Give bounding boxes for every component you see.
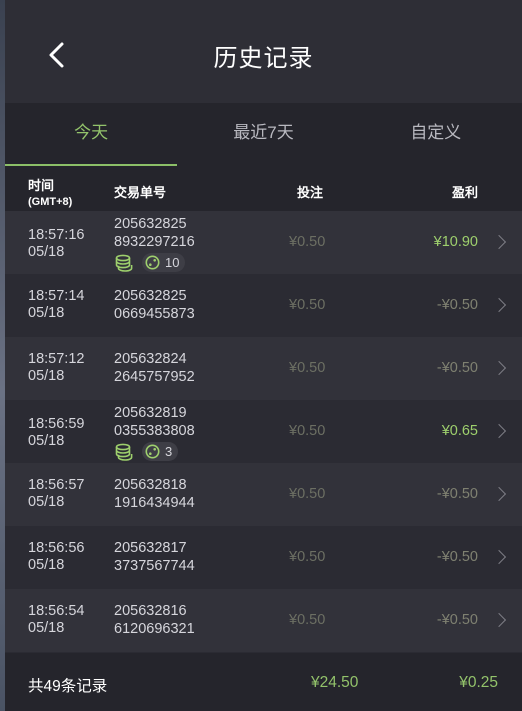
column-profit: 盈利 <box>451 185 478 200</box>
row-date: 05/18 <box>28 433 65 449</box>
multiplier-value: 3 <box>165 443 173 459</box>
row-order-id-part2: 0355383808 <box>114 423 195 439</box>
row-profit-amount: -¥0.50 <box>436 360 478 376</box>
row-timestamp: 18:56:54 05/18 <box>28 603 84 637</box>
column-time: 时间 (GMT+8) <box>28 175 72 208</box>
row-order-id: 205632825 8932297216 10 <box>114 215 195 272</box>
row-date: 05/18 <box>28 557 65 573</box>
row-order-id-part1: 205632819 <box>114 405 187 421</box>
history-row[interactable]: 18:57:16 05/18 205632825 8932297216 10 ¥0.50 ¥… <box>5 211 522 274</box>
chevron-right-icon <box>491 612 507 628</box>
column-header: 时间 (GMT+8) 交易单号 投注 盈利 <box>5 166 522 211</box>
row-bet-amount: ¥0.50 <box>289 612 326 628</box>
row-profit-amount: -¥0.50 <box>436 549 478 565</box>
total-profit: ¥0.25 <box>459 674 498 691</box>
row-date: 05/18 <box>28 305 65 321</box>
row-time: 18:56:56 <box>28 540 85 556</box>
history-row[interactable]: 18:56:56 05/18 205632817 3737567744 ¥0.50 -¥0… <box>5 526 522 589</box>
row-timestamp: 18:56:56 05/18 <box>28 540 84 574</box>
row-bet-amount: ¥0.50 <box>289 360 326 376</box>
row-timestamp: 18:57:12 05/18 <box>28 351 84 385</box>
row-order-id-part1: 205632817 <box>114 540 187 556</box>
row-time: 18:57:16 <box>28 227 85 243</box>
tab-today[interactable]: 今天 <box>5 103 178 166</box>
row-order-id: 205632817 3737567744 <box>114 539 195 575</box>
coin-stack-icon <box>115 443 133 461</box>
row-timestamp: 18:56:59 05/18 <box>28 416 84 450</box>
column-bet: 投注 <box>297 185 324 200</box>
history-row[interactable]: 18:56:54 05/18 205632816 6120696321 ¥0.50 -¥0… <box>5 589 522 652</box>
row-profit-amount: ¥0.65 <box>441 423 478 439</box>
chevron-right-icon <box>491 234 507 250</box>
coin-stack-icon <box>115 254 133 272</box>
row-bet-amount: ¥0.50 <box>289 486 326 502</box>
row-time: 18:56:59 <box>28 416 85 432</box>
multiplier-badge: 10 <box>142 253 186 272</box>
history-page: 历史记录 今天 最近7天 自定义 时间 (GMT+8) 交易单号 投注 盈利 1… <box>5 0 522 711</box>
dice-icon <box>145 444 160 459</box>
column-time-timezone: (GMT+8) <box>28 196 73 208</box>
column-time-label: 时间 <box>28 178 55 193</box>
row-order-id: 205632818 1916434944 <box>114 476 195 512</box>
row-bet-amount: ¥0.50 <box>289 234 326 250</box>
tab-custom[interactable]: 自定义 <box>350 103 522 166</box>
row-order-id: 205632824 2645757952 <box>114 350 195 386</box>
row-profit-amount: ¥10.90 <box>433 234 478 250</box>
header-bar: 历史记录 <box>5 0 522 103</box>
chevron-right-icon <box>491 360 507 376</box>
row-date: 05/18 <box>28 620 65 636</box>
chevron-right-icon <box>491 549 507 565</box>
row-profit-amount: -¥0.50 <box>436 486 478 502</box>
row-order-id-part2: 2645757952 <box>114 369 195 385</box>
row-time: 18:56:57 <box>28 477 85 493</box>
row-timestamp: 18:57:16 05/18 <box>28 227 84 261</box>
row-bet-amount: ¥0.50 <box>289 423 326 439</box>
row-order-id-part2: 0669455873 <box>114 306 195 322</box>
record-count: 共49条记录 <box>28 678 108 695</box>
row-order-id-part2: 8932297216 <box>114 234 195 250</box>
row-order-id-part1: 205632825 <box>114 288 187 304</box>
history-row[interactable]: 18:56:57 05/18 205632818 1916434944 ¥0.50 -¥0… <box>5 463 522 526</box>
row-time: 18:57:12 <box>28 351 85 367</box>
row-order-id-part1: 205632818 <box>114 477 187 493</box>
row-order-id: 205632816 6120696321 <box>114 602 195 638</box>
row-order-id-part2: 1916434944 <box>114 495 195 511</box>
row-timestamp: 18:56:57 05/18 <box>28 477 84 511</box>
chevron-right-icon <box>491 486 507 502</box>
history-list: 18:57:16 05/18 205632825 8932297216 10 ¥0.50 ¥… <box>5 211 522 652</box>
row-order-id-part2: 6120696321 <box>114 621 195 637</box>
summary-footer: 共49条记录 ¥24.50 ¥0.25 <box>5 653 522 711</box>
row-badges: 10 <box>114 253 195 272</box>
row-timestamp: 18:57:14 05/18 <box>28 288 84 322</box>
row-profit-amount: -¥0.50 <box>436 612 478 628</box>
row-order-id-part1: 205632824 <box>114 351 187 367</box>
row-order-id-part1: 205632825 <box>114 216 187 232</box>
chevron-right-icon <box>491 423 507 439</box>
row-date: 05/18 <box>28 244 65 260</box>
row-time: 18:57:14 <box>28 288 85 304</box>
row-bet-amount: ¥0.50 <box>289 549 326 565</box>
row-time: 18:56:54 <box>28 603 85 619</box>
row-badges: 3 <box>114 442 195 461</box>
multiplier-badge: 3 <box>142 442 179 461</box>
chevron-right-icon <box>491 297 507 313</box>
row-bet-amount: ¥0.50 <box>289 297 326 313</box>
row-order-id-part2: 3737567744 <box>114 558 195 574</box>
dice-icon <box>145 255 160 270</box>
period-tabs: 今天 最近7天 自定义 <box>5 103 522 166</box>
history-row[interactable]: 18:56:59 05/18 205632819 0355383808 3 ¥0.50 ¥0… <box>5 400 522 463</box>
tab-last-7-days[interactable]: 最近7天 <box>177 103 349 166</box>
row-order-id-part1: 205632816 <box>114 603 187 619</box>
row-order-id: 205632819 0355383808 3 <box>114 404 195 461</box>
row-date: 05/18 <box>28 368 65 384</box>
row-date: 05/18 <box>28 494 65 510</box>
row-profit-amount: -¥0.50 <box>436 297 478 313</box>
total-bet: ¥24.50 <box>311 674 359 691</box>
multiplier-value: 10 <box>165 254 180 270</box>
page-title: 历史记录 <box>213 45 314 72</box>
history-row[interactable]: 18:57:14 05/18 205632825 0669455873 ¥0.50 -¥0… <box>5 274 522 337</box>
row-order-id: 205632825 0669455873 <box>114 287 195 323</box>
history-row[interactable]: 18:57:12 05/18 205632824 2645757952 ¥0.50 -¥0… <box>5 337 522 400</box>
column-order: 交易单号 <box>114 185 167 200</box>
